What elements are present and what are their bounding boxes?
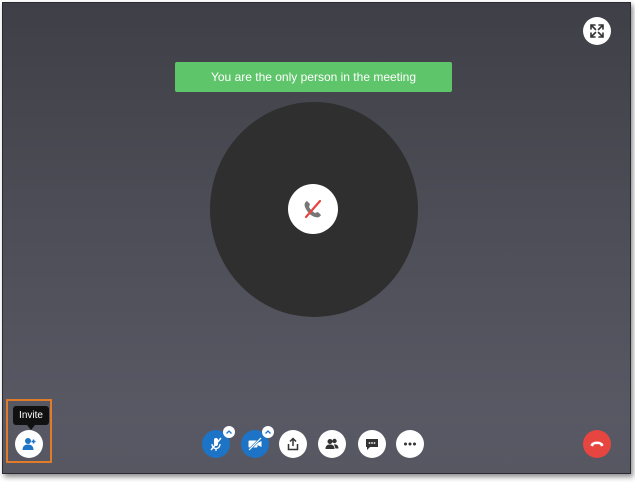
- chevron-up-icon: [265, 430, 271, 434]
- participants-button[interactable]: [318, 430, 346, 458]
- fullscreen-button[interactable]: [583, 17, 611, 45]
- share-screen-button[interactable]: [279, 430, 307, 458]
- only-person-banner: You are the only person in the meeting: [175, 62, 452, 92]
- microphone-off-icon: [210, 437, 222, 451]
- camera-off-icon: [248, 437, 262, 451]
- muted-phone-icon: [304, 199, 322, 219]
- add-person-icon: [22, 438, 36, 450]
- audio-status-indicator: [288, 184, 338, 234]
- microphone-options-chevron[interactable]: [223, 426, 235, 438]
- participant-tile: [210, 102, 418, 317]
- people-icon: [325, 438, 339, 449]
- chat-bubble-icon: [366, 439, 378, 450]
- invite-button[interactable]: [15, 430, 43, 458]
- hang-up-icon: [590, 441, 604, 447]
- toolbar-background: [3, 418, 630, 473]
- more-options-button[interactable]: [396, 430, 424, 458]
- ellipsis-icon: [404, 442, 416, 446]
- microphone-toggle-button[interactable]: [202, 426, 235, 458]
- video-options-chevron[interactable]: [262, 426, 274, 438]
- invite-tooltip-label: Invite: [19, 410, 43, 421]
- video-toggle-button[interactable]: [241, 426, 274, 458]
- end-call-button[interactable]: [583, 430, 611, 458]
- invite-tooltip: Invite: [13, 406, 49, 430]
- share-upload-icon: [287, 437, 299, 451]
- banner-text: You are the only person in the meeting: [210, 70, 417, 84]
- chat-button[interactable]: [358, 430, 386, 458]
- chevron-up-icon: [226, 430, 232, 434]
- expand-arrows-icon: [590, 24, 604, 38]
- meeting-window: You are the only person in the meeting I…: [2, 2, 631, 474]
